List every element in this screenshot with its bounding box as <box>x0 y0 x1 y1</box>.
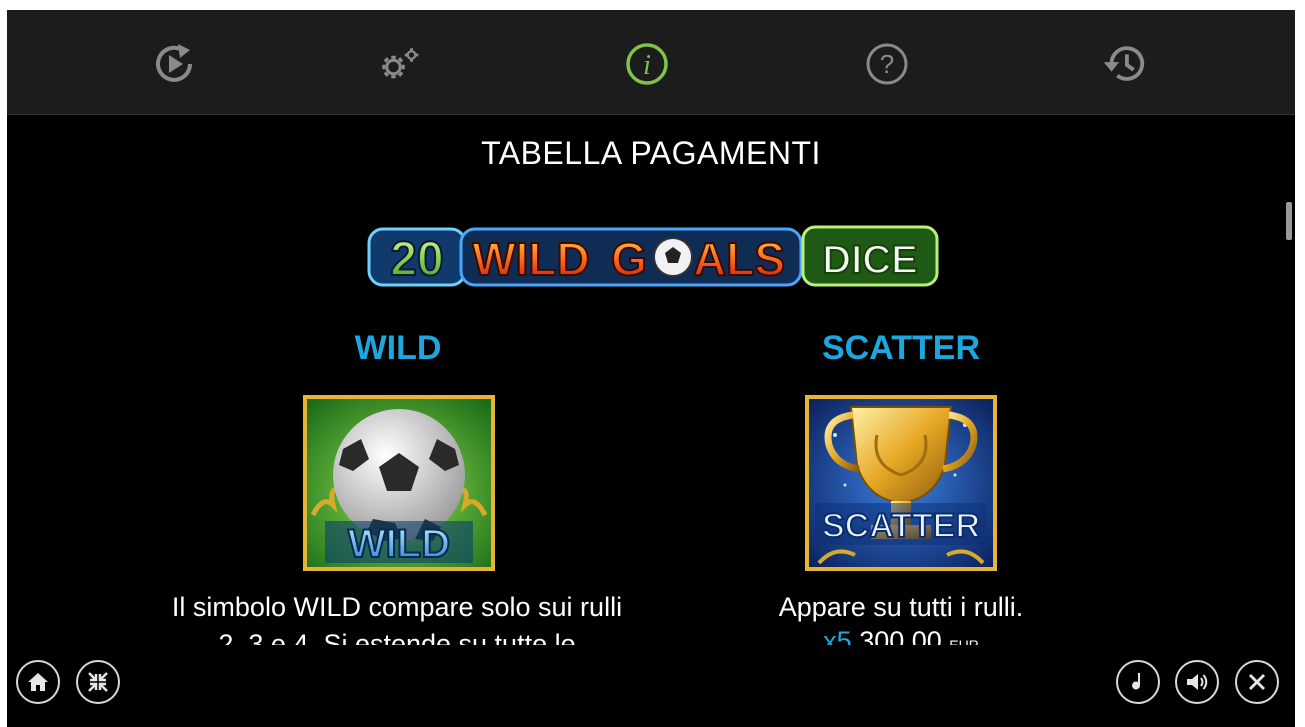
autoplay-icon[interactable] <box>150 40 198 88</box>
logo-number: 20 <box>390 233 443 286</box>
home-icon <box>28 673 48 691</box>
wild-description-line2: 2, 3 e 4. Si estende su tutte le <box>218 629 576 645</box>
scatter-payout-value: 300,00 <box>859 626 942 645</box>
scrollbar-thumb[interactable] <box>1286 202 1292 240</box>
music-button[interactable] <box>1116 660 1160 704</box>
scatter-symbol-image: SCATTER <box>805 395 997 571</box>
home-button[interactable] <box>16 660 60 704</box>
scatter-description: Appare su tutti i rulli. <box>778 592 1024 622</box>
scatter-badge-text: SCATTER <box>822 507 980 545</box>
logo-wild: WILD <box>472 233 590 285</box>
svg-text:?: ? <box>880 49 894 79</box>
scatter-currency: EUR <box>949 637 979 645</box>
close-icon <box>1249 674 1265 690</box>
wild-description: Il simbolo WILD compare solo sui rulli 2… <box>127 589 667 645</box>
scatter-title: SCATTER <box>821 329 981 367</box>
sound-button[interactable] <box>1175 660 1219 704</box>
page-title: TABELLA PAGAMENTI <box>481 135 821 171</box>
wild-title: WILD <box>354 329 442 367</box>
info-icon[interactable]: i <box>623 40 671 88</box>
svg-text:i: i <box>643 50 651 81</box>
exit-fullscreen-icon <box>88 672 108 692</box>
window-frame-left <box>0 0 7 727</box>
history-icon[interactable] <box>1100 40 1148 88</box>
scatter-payout-row: x5 300,00 EUR <box>701 626 1101 645</box>
logo-dice: DICE <box>822 238 918 282</box>
settings-icon[interactable] <box>377 40 425 88</box>
exit-fullscreen-button[interactable] <box>76 660 120 704</box>
paytable-content[interactable]: TABELLA PAGAMENTI 20 WILD G ALS DICE WIL… <box>7 115 1295 645</box>
help-icon[interactable]: ? <box>863 40 911 88</box>
logo-goals-rest: ALS <box>693 233 785 285</box>
logo-goals-g: G <box>611 233 647 285</box>
music-icon <box>1132 673 1141 690</box>
top-menu-bar: i ? <box>7 10 1295 115</box>
wild-symbol-image: WILD <box>303 395 495 571</box>
window-frame-right <box>1295 0 1305 727</box>
wild-description-line1: Il simbolo WILD compare solo sui rulli <box>171 592 623 622</box>
sound-icon <box>1187 674 1208 690</box>
scatter-multiplier: x5 <box>823 626 852 645</box>
game-logo: 20 WILD G ALS DICE <box>367 225 939 287</box>
close-button[interactable] <box>1235 660 1279 704</box>
wild-badge-text: WILD <box>348 522 450 566</box>
window-frame-top <box>0 0 1305 10</box>
